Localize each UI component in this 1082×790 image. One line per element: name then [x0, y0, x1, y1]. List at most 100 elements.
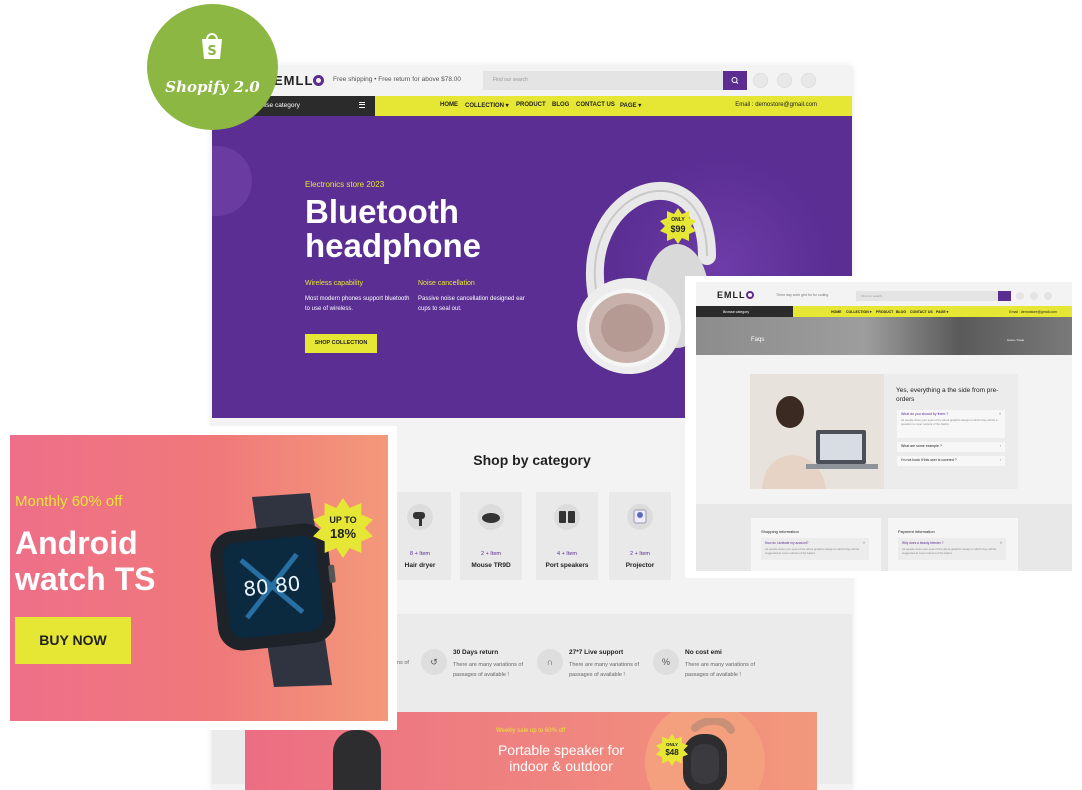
hero-feature2-title: Noise cancellation: [418, 280, 475, 287]
service-text-partial: ns of: [397, 660, 409, 666]
chevron-up-icon: ˄: [998, 412, 1001, 416]
search-bar[interactable]: Find our search: [483, 71, 747, 90]
watch-ad-title: Android watch TS: [15, 525, 155, 597]
category-name: Port speakers: [545, 562, 589, 569]
promo-title: Portable speaker for indoor & outdoor: [445, 742, 677, 774]
faq-nav-home[interactable]: HOME: [831, 310, 842, 314]
speakers-icon: [554, 504, 580, 530]
info-card-title: Shopping information: [761, 529, 799, 534]
decor-circle: [212, 146, 252, 216]
shipping-note: Free shipping • Free return for above $7…: [333, 76, 462, 83]
faq-shipping-note: Three day work grid for for coding: [776, 293, 829, 297]
shopify-version-label: Shopify 2.0: [165, 78, 260, 96]
service-title: 30 Days return: [453, 649, 499, 656]
hero-title: Bluetooth headphone: [305, 195, 481, 263]
watch-badge-value: 18%: [329, 526, 357, 541]
search-icon: [731, 77, 739, 84]
price-badge: ONLY $99: [660, 208, 696, 244]
price-badge-value: $99: [670, 224, 686, 234]
faq-question[interactable]: What are some example ? ›: [897, 442, 1005, 452]
category-card-speakers[interactable]: 4 + Item Port speakers: [536, 492, 598, 580]
nav-collection[interactable]: COLLECTION ▾: [465, 102, 509, 109]
category-count: 2 + Item: [629, 551, 651, 557]
hero-feature1-desc: Most modern phones support bluetooth to …: [305, 296, 410, 312]
nav-product[interactable]: PRODUCT: [516, 102, 546, 108]
watch-ad-title-line2: watch TS: [15, 561, 156, 597]
cart-icon[interactable]: [801, 73, 816, 88]
search-input[interactable]: Find our search: [493, 77, 528, 83]
hair-dryer-icon: [407, 504, 433, 530]
info-card-question[interactable]: How do I activate my account? ˄ As peopl…: [761, 538, 869, 560]
svg-text:S: S: [207, 44, 216, 59]
headset-icon: ∩: [537, 649, 563, 675]
category-count: 4 + Item: [556, 551, 578, 557]
faq-heading: Yes, everything a the side from pre-orde…: [896, 387, 999, 403]
category-card-projector[interactable]: 2 + Item Projector: [609, 492, 671, 580]
hero-title-line1: Bluetooth: [305, 193, 459, 230]
hero-feature1-title: Wireless capability: [305, 280, 363, 287]
faq-nav-contact[interactable]: CONTACT US: [910, 310, 933, 314]
marketing-collage: EMLL Free shipping • Free return for abo…: [0, 0, 1082, 790]
promo-price-value: $48: [665, 748, 679, 757]
nav-contact[interactable]: CONTACT US: [576, 102, 615, 108]
category-card-hair-dryer[interactable]: 8 + Item Hair dryer: [389, 492, 451, 580]
shop-collection-button[interactable]: SHOP COLLECTION: [305, 334, 377, 353]
faq-main-box: Yes, everything a the side from pre-orde…: [750, 374, 1018, 489]
nav-home[interactable]: HOME: [440, 102, 458, 108]
info-answer-text: As people close your eyes of the about g…: [765, 547, 860, 555]
faq-question[interactable]: I'm not book if this user is covered ? ›: [897, 456, 1005, 466]
nav-page[interactable]: PAGE ▾: [620, 102, 641, 109]
faq-banner: Faqs Home / Faqs: [696, 317, 1072, 355]
account-icon[interactable]: [753, 73, 768, 88]
faq-answer-text: As people close your eyes of the about g…: [901, 418, 998, 426]
faq-navbar: Browse category HOME COLLECTION ▾ PRODUC…: [696, 306, 1072, 317]
faq-question-text: What are some example ?: [901, 444, 942, 448]
shopify-bag-icon: S: [202, 33, 222, 59]
info-card-question[interactable]: Why does a beauty blender ? ˄ As people …: [898, 538, 1006, 560]
account-icon[interactable]: [1016, 292, 1024, 300]
promo-price-top: ONLY: [665, 742, 679, 747]
category-name: Projector: [625, 562, 655, 569]
search-button[interactable]: [723, 71, 747, 90]
hero-tagline: Electronics store 2023: [305, 180, 385, 189]
faq-question-text: What do you should by them ?: [901, 412, 949, 416]
faq-search-button[interactable]: [998, 291, 1011, 301]
shopping-info-card: Shopping information How do I activate m…: [751, 518, 881, 571]
faq-browse-label: Browse category: [723, 309, 750, 314]
buy-now-button[interactable]: BUY NOW: [15, 617, 131, 664]
faq-page-frame: EMLL Three day work grid for for coding …: [685, 276, 1075, 578]
watch-discount-badge: UP TO 18%: [313, 498, 373, 558]
shopify-badge: S Shopify 2.0: [147, 4, 278, 130]
faq-store-logo[interactable]: EMLL: [717, 290, 754, 300]
android-watch-ad: Monthly 60% off Android watch TS BUY NOW…: [0, 426, 397, 730]
store-logo[interactable]: EMLL: [274, 73, 325, 88]
wishlist-icon[interactable]: [777, 73, 792, 88]
faq-question-open[interactable]: What do you should by them ? ˄ As people…: [897, 410, 1005, 438]
cart-icon[interactable]: [1044, 292, 1052, 300]
hero-title-line2: headphone: [305, 227, 482, 264]
price-badge-top: ONLY: [671, 217, 685, 223]
faq-page-screenshot: EMLL Three day work grid for for coding …: [696, 282, 1072, 571]
logo-ring-icon: [313, 75, 325, 86]
woman-laptop-photo: [750, 374, 884, 489]
faq-store-email: Email : demostore@gmail.com: [1009, 309, 1057, 314]
promo-tagline: Weekly sale up to 60% off: [496, 728, 566, 734]
faq-nav-product[interactable]: PRODUCT: [876, 310, 893, 314]
faq-nav-collection[interactable]: COLLECTION ▾: [846, 310, 871, 314]
promo-price-badge: ONLY $48: [656, 734, 688, 766]
category-count: 2 + Item: [480, 551, 502, 557]
mouse-icon: [478, 504, 504, 530]
nav-blog[interactable]: BLOG: [552, 102, 569, 108]
faq-search-bar[interactable]: Find our search: [856, 291, 1011, 301]
store-email: Email : demostore@gmail.com: [735, 102, 817, 108]
menu-icon: [359, 102, 365, 108]
watch-ad-title-line1: Android: [15, 525, 138, 561]
faq-browse-category-button[interactable]: Browse category: [696, 306, 793, 317]
faq-search-input[interactable]: Find our search: [861, 294, 882, 298]
service-desc: There are many variations of passages of…: [453, 662, 524, 678]
wishlist-icon[interactable]: [1030, 292, 1038, 300]
breadcrumb: Home / Faqs: [1006, 338, 1024, 342]
faq-nav-page[interactable]: PAGE ▾: [936, 310, 948, 314]
category-card-mouse[interactable]: 2 + Item Mouse TR9D: [460, 492, 522, 580]
faq-nav-blog[interactable]: BLOG: [896, 310, 906, 314]
